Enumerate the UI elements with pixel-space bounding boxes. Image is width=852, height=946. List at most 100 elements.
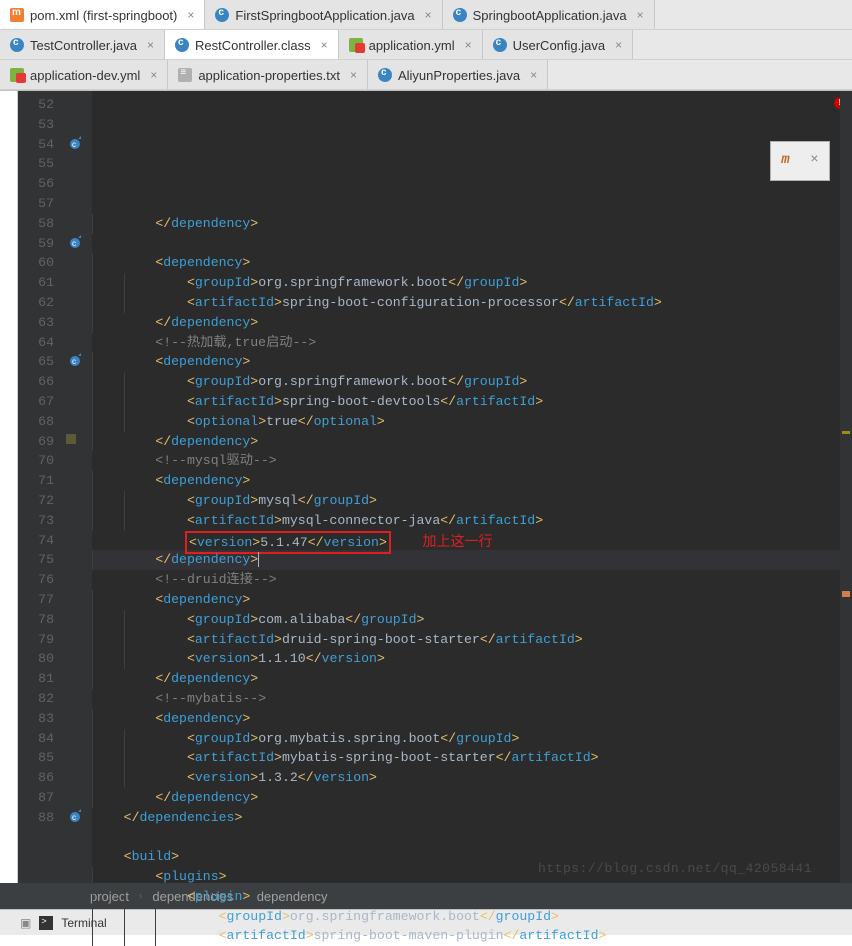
close-icon[interactable]: ×: [143, 38, 154, 52]
file-tab[interactable]: TestController.java ×: [0, 30, 165, 60]
code-line[interactable]: <version>1.1.10</version>: [92, 649, 852, 669]
code-line[interactable]: <groupId>org.mybatis.spring.boot</groupI…: [92, 729, 852, 749]
close-icon[interactable]: ×: [461, 38, 472, 52]
code-line[interactable]: <artifactId>druid-spring-boot-starter</a…: [92, 630, 852, 650]
line-number: 71: [18, 471, 62, 491]
line-number: 57: [18, 194, 62, 214]
line-number: 55: [18, 154, 62, 174]
tab-row-2: TestController.java×RestController.class…: [0, 30, 852, 60]
svg-text:c: c: [72, 140, 76, 149]
maven-popup: m ×: [770, 141, 830, 181]
code-line[interactable]: </dependency>: [92, 550, 852, 570]
close-icon[interactable]: ×: [810, 151, 818, 171]
code-line[interactable]: <!--热加载,true启动-->: [92, 333, 852, 353]
tab-label: application.yml: [369, 38, 455, 53]
implement-bean-icon[interactable]: c: [68, 135, 84, 151]
code-line[interactable]: <dependency>: [92, 471, 852, 491]
svg-text:c: c: [72, 813, 76, 822]
line-number: 87: [18, 788, 62, 808]
code-line[interactable]: <artifactId>mybatis-spring-boot-starter<…: [92, 748, 852, 768]
file-tab[interactable]: UserConfig.java ×: [483, 30, 634, 60]
code-editor[interactable]: 5253545556575859606162636465666768697071…: [0, 91, 852, 883]
file-tab[interactable]: pom.xml (first-springboot) ×: [0, 0, 205, 30]
line-number: 54: [18, 135, 62, 155]
close-icon[interactable]: ×: [421, 8, 432, 22]
code-line[interactable]: <dependency>: [92, 590, 852, 610]
class-file-icon: [175, 38, 189, 52]
line-number: 66: [18, 372, 62, 392]
code-line[interactable]: <dependency>: [92, 709, 852, 729]
code-line[interactable]: <artifactId>mysql-connector-java</artifa…: [92, 511, 852, 531]
code-line[interactable]: <groupId>org.springframework.boot</group…: [92, 273, 852, 293]
code-line[interactable]: <dependency>: [92, 352, 852, 372]
code-line[interactable]: </dependencies>: [92, 808, 852, 828]
file-tab[interactable]: RestController.class×: [165, 30, 339, 60]
line-number: 72: [18, 491, 62, 511]
line-number: 78: [18, 610, 62, 630]
scrollbar-track[interactable]: [840, 91, 852, 883]
watermark-text: https://blog.csdn.net/qq_42058441: [538, 859, 812, 879]
code-line[interactable]: <groupId>com.alibaba</groupId>: [92, 610, 852, 630]
code-line[interactable]: <version>5.1.47</version> 加上这一行: [92, 531, 852, 551]
generic-icon[interactable]: ▣: [20, 916, 31, 930]
code-line[interactable]: <dependency>: [92, 253, 852, 273]
code-area[interactable]: ! m × https://blog.csdn.net/qq_42058441 …: [92, 91, 852, 883]
editor-tabs: pom.xml (first-springboot)×FirstSpringbo…: [0, 0, 852, 91]
line-number: 70: [18, 451, 62, 471]
close-icon[interactable]: ×: [526, 68, 537, 82]
close-icon[interactable]: ×: [183, 8, 194, 22]
line-number: 56: [18, 174, 62, 194]
close-icon[interactable]: ×: [317, 38, 328, 52]
file-tab[interactable]: application-properties.txt ×: [168, 60, 368, 90]
close-icon[interactable]: ×: [146, 68, 157, 82]
line-number: 59: [18, 234, 62, 254]
tab-label: application-properties.txt: [198, 68, 340, 83]
line-number: 76: [18, 570, 62, 590]
close-icon[interactable]: ×: [633, 8, 644, 22]
implement-bean-icon[interactable]: c: [68, 234, 84, 250]
file-tab[interactable]: SpringbootApplication.java ×: [443, 0, 655, 30]
code-line[interactable]: <groupId>mysql</groupId>: [92, 491, 852, 511]
bookmark-icon[interactable]: [66, 434, 76, 444]
code-line[interactable]: <groupId>org.springframework.boot</group…: [92, 907, 852, 927]
code-line[interactable]: </dependency>: [92, 313, 852, 333]
line-number: 88: [18, 808, 62, 828]
tab-label: UserConfig.java: [513, 38, 606, 53]
line-number: 85: [18, 748, 62, 768]
line-number: 75: [18, 550, 62, 570]
close-icon[interactable]: ×: [346, 68, 357, 82]
code-line[interactable]: <artifactId>spring-boot-configuration-pr…: [92, 293, 852, 313]
code-line[interactable]: <!--druid连接-->: [92, 570, 852, 590]
code-line[interactable]: <groupId>org.springframework.boot</group…: [92, 372, 852, 392]
tab-label: TestController.java: [30, 38, 137, 53]
code-line[interactable]: [92, 827, 852, 847]
code-line[interactable]: <optional>true</optional>: [92, 412, 852, 432]
terminal-icon[interactable]: [39, 916, 53, 930]
code-line[interactable]: <!--mysql驱动-->: [92, 451, 852, 471]
code-line[interactable]: [92, 234, 852, 254]
svg-text:c: c: [72, 357, 76, 366]
code-line[interactable]: </dependency>: [92, 432, 852, 452]
line-number-gutter: 5253545556575859606162636465666768697071…: [18, 91, 62, 883]
code-line[interactable]: <!--mybatis-->: [92, 689, 852, 709]
code-line[interactable]: <artifactId>spring-boot-devtools</artifa…: [92, 392, 852, 412]
line-number: 84: [18, 729, 62, 749]
code-line[interactable]: </dependency>: [92, 214, 852, 234]
line-number: 63: [18, 313, 62, 333]
tab-label: SpringbootApplication.java: [473, 8, 627, 23]
close-icon[interactable]: ×: [611, 38, 622, 52]
implement-bean-icon[interactable]: c: [68, 808, 84, 824]
code-line[interactable]: </dependency>: [92, 669, 852, 689]
file-tab[interactable]: FirstSpringbootApplication.java×: [205, 0, 442, 30]
implement-bean-icon[interactable]: c: [68, 352, 84, 368]
file-tab[interactable]: AliyunProperties.java×: [368, 60, 548, 90]
code-line[interactable]: <version>1.3.2</version>: [92, 768, 852, 788]
file-tab[interactable]: application-dev.yml×: [0, 60, 168, 90]
code-line[interactable]: <artifactId>spring-boot-maven-plugin</ar…: [92, 926, 852, 946]
tab-label: pom.xml (first-springboot): [30, 8, 177, 23]
code-line[interactable]: </dependency>: [92, 788, 852, 808]
text-file-icon: [178, 68, 192, 82]
line-number: 86: [18, 768, 62, 788]
yaml-file-icon: [349, 38, 363, 52]
file-tab[interactable]: application.yml ×: [339, 30, 483, 60]
